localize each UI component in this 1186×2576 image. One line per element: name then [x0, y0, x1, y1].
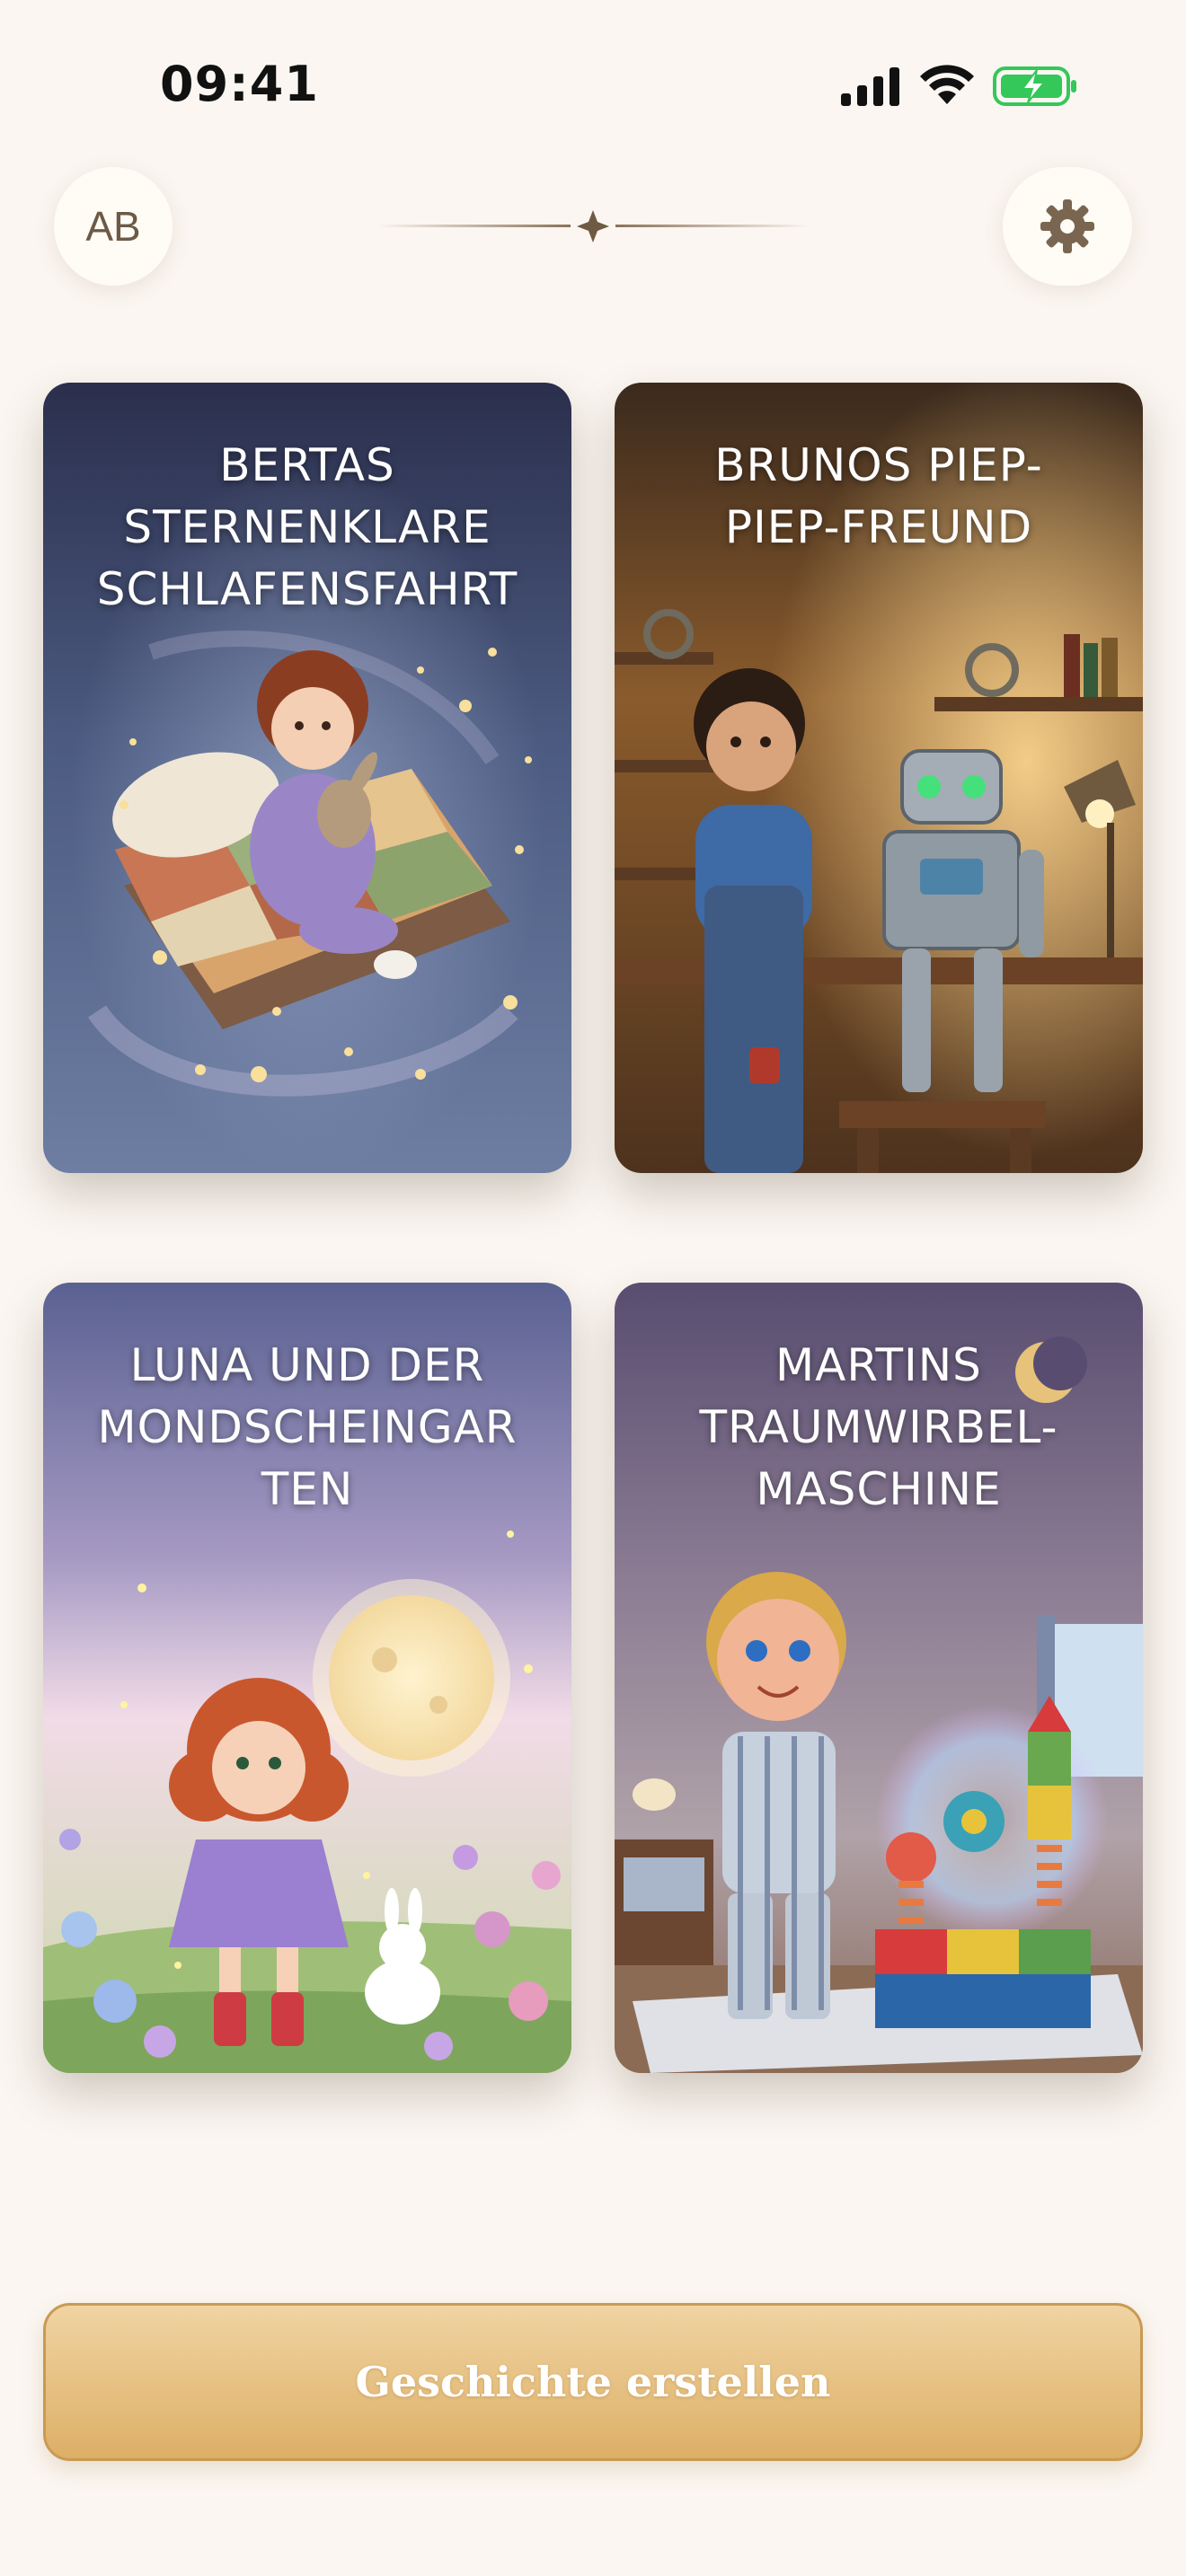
status-bar: 09:41	[0, 0, 1186, 153]
story-title: BERTAS STERNENKLARE SCHLAFENSFAHRT	[96, 439, 518, 615]
story-card-brunos[interactable]: BRUNOS PIEP- PIEP-FREUND	[615, 383, 1143, 1173]
ornament-divider	[377, 210, 809, 243]
story-title: MARTINS TRAUMWIRBEL- MASCHINE	[699, 1339, 1058, 1515]
wifi-icon	[920, 65, 974, 104]
story-card-luna[interactable]: LUNA UND DER MONDSCHEINGAR TEN	[43, 1283, 571, 2073]
cellular-signal-icon	[841, 67, 899, 106]
battery-charging-icon	[993, 66, 1076, 106]
story-title: LUNA UND DER MONDSCHEINGAR TEN	[97, 1339, 518, 1515]
status-time: 09:41	[160, 56, 319, 112]
story-card-martins[interactable]: MARTINS TRAUMWIRBEL- MASCHINE	[615, 1283, 1143, 2073]
story-library-screen: 09:41 AB BERTAS STERNENKLARE SCHLAFENSFA…	[0, 0, 1186, 2576]
story-card-bertas[interactable]: BERTAS STERNENKLARE SCHLAFENSFAHRT	[43, 383, 571, 1173]
story-title: BRUNOS PIEP- PIEP-FREUND	[714, 439, 1043, 553]
create-story-button[interactable]: Geschichte erstellen	[43, 2303, 1143, 2461]
gear-icon	[1040, 199, 1094, 253]
settings-button[interactable]	[1003, 167, 1132, 286]
profile-avatar-button[interactable]: AB	[54, 167, 173, 286]
